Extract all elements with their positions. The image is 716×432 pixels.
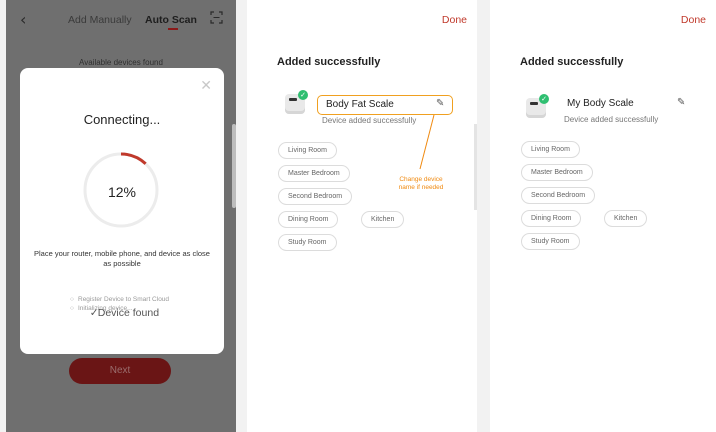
added-successfully-screen-renamed: Done Added successfully ✓ My Body Scale … — [490, 0, 716, 432]
placement-hint: Place your router, mobile phone, and dev… — [34, 249, 210, 268]
added-successfully-screen-annotated: Done Added successfully ✓ Body Fat Scale… — [247, 0, 477, 432]
room-chip-living-room[interactable]: Living Room — [521, 141, 580, 158]
screenshot-root: ‹ Add Manually Auto Scan Available devic… — [0, 0, 716, 432]
room-chip-kitchen[interactable]: Kitchen — [604, 210, 648, 227]
connection-steps: ✓Device found ○ Register Device to Smart … — [70, 295, 170, 318]
added-title: Added successfully — [520, 56, 624, 68]
room-chip-dining-room[interactable]: Dining Room — [278, 211, 339, 228]
done-button[interactable]: Done — [442, 14, 467, 26]
room-chip-study-room[interactable]: Study Room — [521, 233, 580, 250]
device-status: Device added successfully — [322, 116, 417, 125]
step-item: ○ Register Device to Smart Cloud — [70, 296, 170, 303]
body-scale-icon: ✓ — [285, 90, 308, 114]
pending-dot-icon: ○ — [70, 296, 74, 303]
room-chip-study-room[interactable]: Study Room — [278, 234, 337, 251]
close-icon[interactable]: ✕ — [200, 78, 212, 94]
annotation-text: Change device name if needed — [398, 176, 444, 191]
device-name[interactable]: My Body Scale — [567, 98, 634, 109]
room-chip-living-room[interactable]: Living Room — [278, 142, 337, 159]
next-button[interactable]: Next — [69, 358, 171, 384]
pending-dot-icon: ○ — [70, 305, 74, 312]
added-title: Added successfully — [277, 56, 381, 68]
device-status: Device added successfully — [564, 115, 659, 124]
room-chip-dining-room[interactable]: Dining Room — [521, 210, 582, 227]
chevron-left-icon[interactable]: ‹ — [20, 10, 26, 29]
tab-add-manually[interactable]: Add Manually — [68, 14, 132, 26]
room-chip-second-bedroom[interactable]: Second Bedroom — [278, 188, 353, 205]
scrollbar[interactable] — [474, 124, 477, 210]
check-icon: ✓ — [89, 307, 99, 319]
room-chip-master-bedroom[interactable]: Master Bedroom — [521, 164, 593, 181]
room-chip-second-bedroom[interactable]: Second Bedroom — [521, 187, 596, 204]
edit-pencil-icon[interactable]: ✎ — [436, 98, 444, 109]
connecting-dialog: ✕ Connecting... 12% Place your router, m… — [20, 68, 224, 354]
edit-pencil-icon[interactable]: ✎ — [677, 97, 685, 108]
done-button[interactable]: Done — [681, 14, 706, 26]
success-check-icon: ✓ — [539, 94, 549, 104]
room-chip-master-bedroom[interactable]: Master Bedroom — [278, 165, 350, 182]
progress-percent: 12% — [107, 184, 137, 200]
connecting-screen: ‹ Add Manually Auto Scan Available devic… — [6, 0, 236, 432]
top-bar: ‹ Add Manually Auto Scan — [6, 0, 236, 40]
step-item: ✓Device found — [89, 307, 160, 319]
dialog-title: Connecting... — [83, 112, 161, 127]
active-tab-indicator — [168, 28, 178, 30]
device-name[interactable]: Body Fat Scale — [326, 99, 394, 110]
body-scale-icon: ✓ — [526, 94, 549, 118]
tab-auto-scan[interactable]: Auto Scan — [145, 14, 197, 26]
available-devices-text: Available devices found — [79, 58, 163, 67]
success-check-icon: ✓ — [298, 90, 308, 100]
scan-frame-icon[interactable] — [210, 11, 223, 24]
annotation-line — [419, 114, 435, 170]
scroll-handle[interactable] — [232, 124, 236, 208]
room-chip-kitchen[interactable]: Kitchen — [361, 211, 405, 228]
